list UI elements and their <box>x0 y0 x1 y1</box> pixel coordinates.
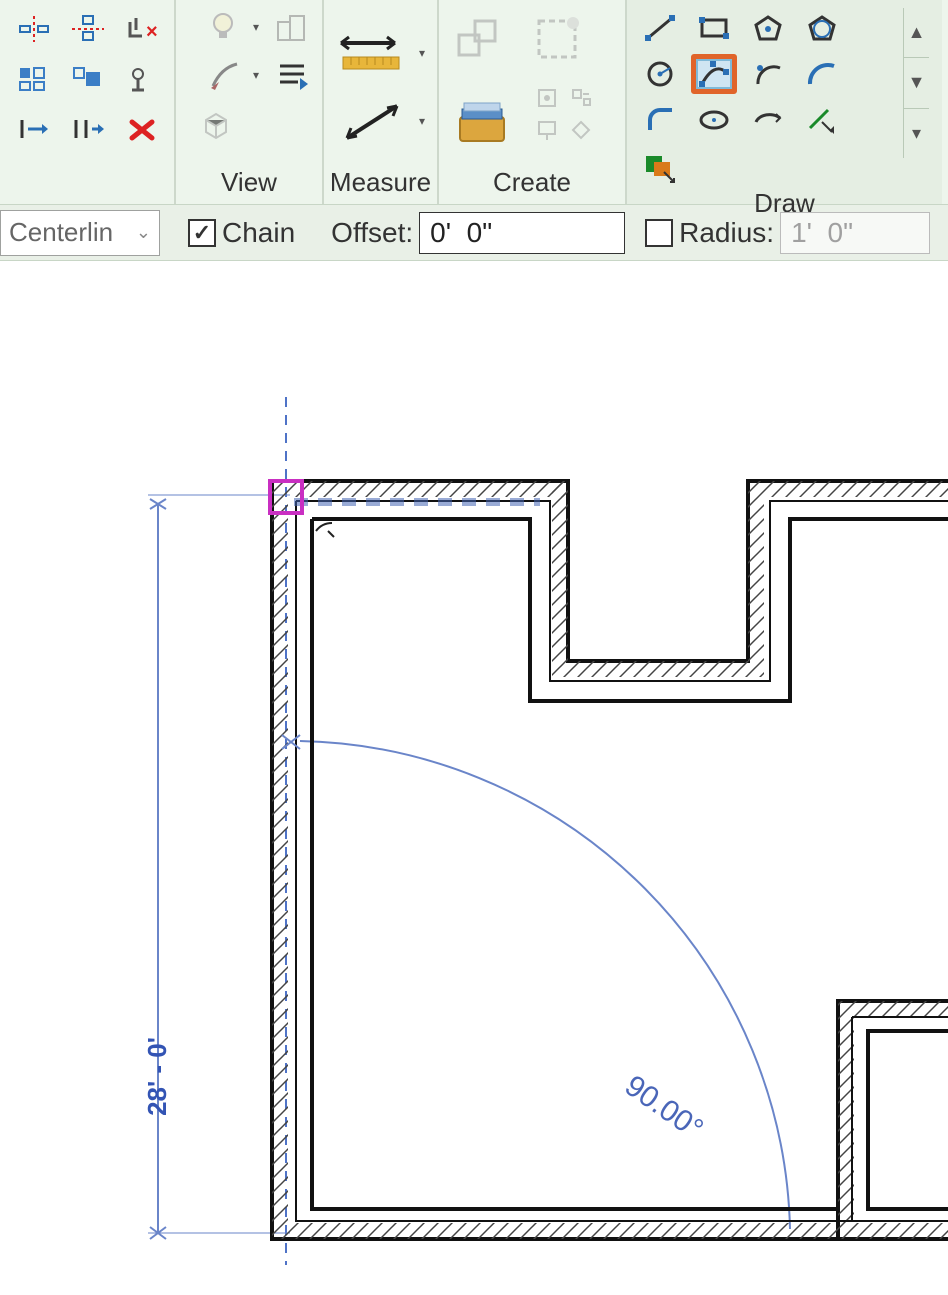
unpin-delete-button[interactable]: × <box>118 8 166 50</box>
dropdown-arrow-icon: ▾ <box>253 20 259 34</box>
ribbon-panel-create: Create <box>439 0 627 204</box>
offset-label: Offset: <box>331 217 413 249</box>
panel-label-blank <box>0 165 174 204</box>
location-line-value: Centerlin <box>9 217 113 248</box>
draw-gallery-scroll: ▲ ▼ ▾ <box>903 8 929 158</box>
draw-circle-button[interactable] <box>637 54 683 94</box>
gallery-scroll-down-button[interactable]: ▼ <box>904 57 929 107</box>
draw-rectangle-button[interactable] <box>691 8 737 48</box>
create-target-button[interactable] <box>567 84 595 112</box>
create-node-button[interactable] <box>533 84 561 112</box>
chain-checkbox[interactable]: ✓ <box>188 219 216 247</box>
draw-line-button[interactable] <box>637 8 683 48</box>
distribute-right-button[interactable] <box>64 108 112 150</box>
drawing-svg <box>0 261 948 1291</box>
dimension-length-text: 28' - 0' <box>142 1037 173 1116</box>
radius-input[interactable] <box>780 212 930 254</box>
snap-point-marker <box>268 479 304 515</box>
dropdown-arrow-icon: ▾ <box>419 114 425 128</box>
location-line-dropdown[interactable]: Centerlin ⌄ <box>0 210 160 256</box>
draw-ellipse-button[interactable] <box>691 100 737 140</box>
create-arrow-down-button[interactable] <box>533 116 561 144</box>
load-family-button[interactable] <box>445 84 525 158</box>
drawing-canvas[interactable]: 28' - 0' 90.00° <box>0 261 948 1291</box>
measure-angle-button[interactable]: ▾ <box>328 91 418 151</box>
radius-option: ✓ Radius: <box>645 212 930 254</box>
chevron-up-icon: ▲ <box>908 22 926 43</box>
create-assembly-button[interactable] <box>445 4 517 78</box>
ribbon-panel-draw: ▲ ▼ ▾ Draw <box>627 0 942 204</box>
svg-text:×: × <box>146 21 158 43</box>
draw-partial-ellipse-button[interactable] <box>745 100 791 140</box>
radius-label: Radius: <box>679 217 774 249</box>
lines-arrow-button[interactable] <box>268 54 316 96</box>
ribbon: × <box>0 0 948 205</box>
offset-input[interactable] <box>419 212 625 254</box>
checkmark-icon: ✓ <box>193 222 211 244</box>
delete-button[interactable] <box>118 108 166 150</box>
expand-icon: ▾ <box>912 123 921 144</box>
draw-arc-3point-button[interactable] <box>691 54 737 94</box>
chain-option: ✓ Chain <box>188 217 301 249</box>
options-bar: Centerlin ⌄ ✓ Chain Offset: ✓ Radius: <box>0 205 948 261</box>
align-vertical-button[interactable] <box>64 8 112 50</box>
ribbon-panel-measure: ▾ ▾ Measure <box>324 0 439 204</box>
pin-button[interactable] <box>118 58 166 100</box>
draw-polygon-inscribed-button[interactable] <box>745 8 791 48</box>
chevron-down-icon: ▼ <box>908 72 926 93</box>
buildings-button[interactable] <box>268 6 316 48</box>
create-group-button[interactable] <box>523 4 595 78</box>
chain-label: Chain <box>222 217 295 249</box>
chevron-down-icon: ⌄ <box>136 222 151 243</box>
ribbon-panel-view: ▾ ▾ View <box>176 0 324 204</box>
dropdown-arrow-icon: ▾ <box>419 46 425 60</box>
panel-label-view: View <box>176 165 322 204</box>
draw-fillet-arc-button[interactable] <box>637 100 683 140</box>
draw-arc-tangent-button[interactable] <box>799 54 845 94</box>
box-3d-button[interactable] <box>192 102 240 144</box>
pick-walls-button[interactable] <box>637 146 683 186</box>
panel-label-create: Create <box>439 165 625 204</box>
radius-checkbox[interactable]: ✓ <box>645 219 673 247</box>
dropdown-arrow-icon: ▾ <box>253 68 259 82</box>
ribbon-panel-align: × <box>0 0 176 204</box>
gallery-scroll-up-button[interactable]: ▲ <box>904 8 929 57</box>
brush-button[interactable]: ▾ <box>192 54 262 96</box>
align-horizontal-button[interactable] <box>10 8 58 50</box>
panel-label-measure: Measure <box>324 165 437 204</box>
offset-option: Offset: <box>331 212 625 254</box>
measure-distance-button[interactable]: ▾ <box>328 21 418 85</box>
draw-arc-center-button[interactable] <box>745 54 791 94</box>
distribute-left-button[interactable] <box>10 108 58 150</box>
pick-lines-button[interactable] <box>799 100 845 140</box>
gallery-expand-button[interactable]: ▾ <box>904 108 929 158</box>
grid-fill-button[interactable] <box>10 58 58 100</box>
grid-outline-button[interactable] <box>64 58 112 100</box>
create-diamond-button[interactable] <box>567 116 595 144</box>
draw-polygon-circumscribed-button[interactable] <box>799 8 845 48</box>
lightbulb-button[interactable]: ▾ <box>192 6 262 48</box>
